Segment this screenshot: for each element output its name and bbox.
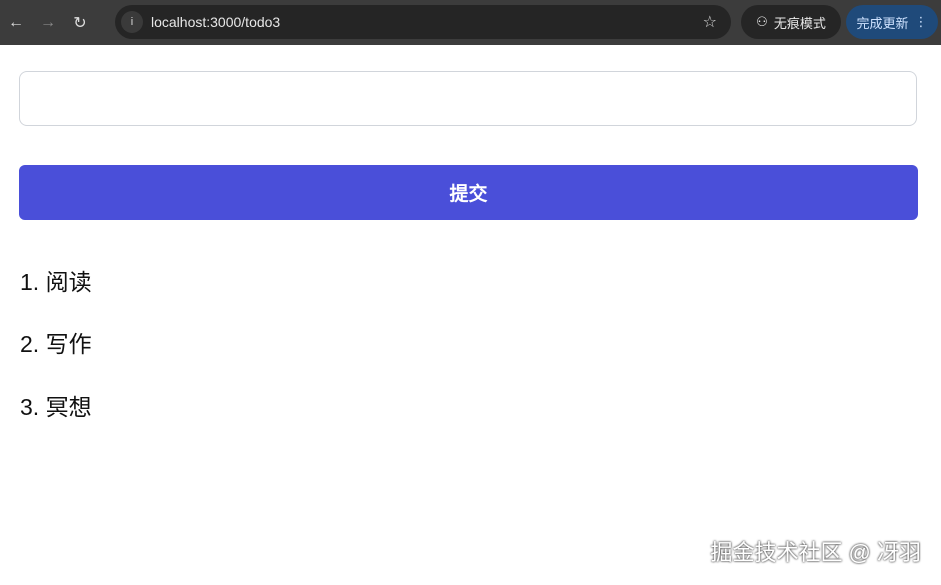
submit-button[interactable]: 提交 [19, 165, 918, 220]
todo-item: 1. 阅读 [20, 263, 92, 297]
address-bar[interactable]: i localhost:3000/todo3 ☆ [115, 5, 731, 39]
url-text: localhost:3000/todo3 [151, 14, 280, 30]
incognito-button[interactable]: ⚇ 无痕模式 [741, 5, 841, 39]
todo-input[interactable] [19, 71, 917, 126]
info-icon[interactable]: i [121, 11, 143, 33]
update-button[interactable]: 完成更新 ⋮ [846, 5, 938, 39]
reload-icon[interactable]: ↻ [70, 13, 90, 33]
todo-item: 3. 冥想 [20, 388, 92, 422]
todo-item: 2. 写作 [20, 325, 92, 359]
back-icon[interactable]: ← [6, 14, 26, 32]
incognito-icon: ⚇ [756, 14, 768, 30]
watermark: 掘金技术社区 @ 冴羽 [710, 535, 921, 567]
star-icon[interactable]: ☆ [703, 12, 717, 32]
browser-toolbar: ← → ↻ i localhost:3000/todo3 ☆ ⚇ 无痕模式 完成更… [0, 0, 941, 45]
update-label: 完成更新 [856, 13, 908, 32]
incognito-label: 无痕模式 [774, 13, 826, 32]
menu-icon[interactable]: ⋮ [915, 14, 928, 30]
forward-icon[interactable]: → [38, 14, 58, 32]
